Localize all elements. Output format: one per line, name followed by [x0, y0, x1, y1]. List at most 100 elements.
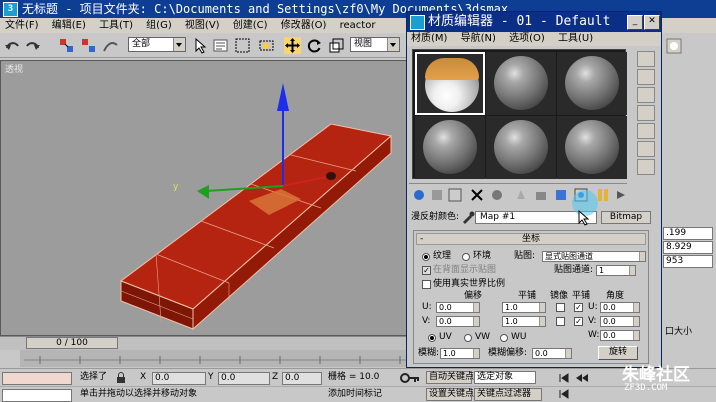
add-time-tag[interactable]: 添加时间标记	[328, 388, 382, 401]
param-field-1[interactable]: .199	[663, 227, 713, 240]
u-mirror-checkbox[interactable]	[556, 303, 565, 312]
reference-coordinate-dropdown[interactable]: 视图	[350, 37, 400, 52]
wu-radio[interactable]	[500, 334, 508, 342]
track-bar[interactable]	[0, 350, 408, 367]
rect-selection-region-icon[interactable]	[234, 37, 251, 54]
selection-filter-dropdown[interactable]: 全部	[128, 37, 186, 52]
menu-view[interactable]: 视图(V)	[180, 18, 225, 33]
mapping-dropdown[interactable]: 显式贴图通道	[542, 251, 646, 262]
param-field-2[interactable]: 8.929	[663, 241, 713, 254]
material-effects-channel-icon[interactable]	[533, 187, 549, 203]
sample-slot[interactable]	[486, 116, 556, 179]
environ-radio[interactable]	[462, 253, 470, 261]
make-preview-icon[interactable]	[637, 141, 655, 157]
map-channel-spinner[interactable]: 1	[596, 265, 636, 276]
auto-key-button[interactable]: 自动关键点	[426, 371, 474, 384]
w-angle-spinner[interactable]: 0.0	[600, 330, 640, 341]
close-button[interactable]: ✕	[644, 15, 660, 30]
rotate-button[interactable]: 旋转	[598, 346, 638, 360]
go-forward-to-sibling-icon[interactable]	[613, 187, 629, 203]
v-offset-spinner[interactable]: 0.0	[436, 316, 480, 327]
backlight-icon[interactable]	[637, 69, 655, 85]
perspective-viewport[interactable]: 透视 y	[0, 60, 408, 336]
menu-modifiers[interactable]: 修改器(O)	[276, 18, 332, 33]
show-map-on-back-checkbox[interactable]: ✓	[422, 266, 431, 275]
v-mirror-checkbox[interactable]	[556, 317, 565, 326]
sample-slot[interactable]	[557, 52, 627, 115]
make-copy-icon[interactable]	[489, 187, 505, 203]
background-icon[interactable]	[637, 87, 655, 103]
sample-sphere	[494, 56, 548, 110]
put-to-scene-icon[interactable]	[429, 187, 445, 203]
select-and-scale-icon[interactable]	[328, 37, 345, 54]
window-crossing-icon[interactable]	[258, 37, 275, 54]
key-mode-dropdown[interactable]: 选定对象	[474, 371, 536, 384]
select-and-rotate-icon[interactable]	[306, 37, 323, 54]
put-to-library-icon[interactable]	[513, 187, 529, 203]
select-by-name-icon[interactable]	[212, 37, 229, 54]
show-map-in-viewport-icon[interactable]	[553, 187, 569, 203]
sample-type-icon[interactable]	[637, 51, 655, 67]
blur-spinner[interactable]: 1.0	[440, 348, 480, 359]
sample-slot[interactable]	[486, 52, 556, 115]
reset-map-icon[interactable]	[469, 187, 485, 203]
sample-slot[interactable]	[557, 116, 627, 179]
minimize-button[interactable]: _	[627, 15, 643, 30]
redo-icon[interactable]	[24, 37, 41, 54]
get-material-icon[interactable]	[411, 187, 427, 203]
v-tile-checkbox[interactable]: ✓	[574, 317, 583, 326]
me-menu-options[interactable]: 选项(O)	[505, 32, 551, 46]
me-menu-material[interactable]: 材质(M)	[407, 32, 453, 46]
u-tile-checkbox[interactable]: ✓	[574, 303, 583, 312]
me-menu-utilities[interactable]: 工具(U)	[554, 32, 599, 46]
command-panel-tabs[interactable]	[665, 37, 713, 57]
eyedropper-icon[interactable]	[461, 210, 475, 224]
real-world-scale-checkbox[interactable]	[422, 280, 431, 289]
maxscript-listener-field[interactable]	[2, 372, 72, 385]
v-angle-spinner[interactable]: 0.0	[600, 316, 640, 327]
coordinates-rollout-header[interactable]: - 坐标	[416, 233, 646, 245]
menu-edit[interactable]: 编辑(E)	[47, 18, 91, 33]
assign-to-selection-icon[interactable]	[447, 187, 463, 203]
v-tiling-spinner[interactable]: 1.0	[502, 316, 546, 327]
unlink-icon[interactable]	[80, 37, 97, 54]
sample-slot[interactable]	[415, 116, 485, 179]
menu-tools[interactable]: 工具(T)	[94, 18, 138, 33]
menu-file[interactable]: 文件(F)	[0, 18, 44, 33]
set-key-button[interactable]: 设置关键点	[426, 388, 474, 401]
z-coordinate-field[interactable]: 0.0	[282, 372, 322, 385]
me-menu-navigation[interactable]: 导航(N)	[457, 32, 502, 46]
sample-slot[interactable]	[415, 52, 485, 115]
key-filters-button[interactable]: 关键点过滤器	[474, 388, 542, 401]
menu-reactor[interactable]: reactor	[335, 18, 381, 33]
x-coordinate-field[interactable]: 0.0	[152, 372, 206, 385]
uv-radio[interactable]	[428, 334, 436, 342]
menu-create[interactable]: 创建(C)	[228, 18, 273, 33]
red-plank-object[interactable]	[119, 123, 393, 331]
vw-radio[interactable]	[464, 334, 472, 342]
map-type-button[interactable]: Bitmap	[601, 211, 651, 224]
select-object-icon[interactable]	[192, 37, 209, 54]
uv-tiling-icon[interactable]	[637, 105, 655, 121]
select-link-icon[interactable]	[58, 37, 75, 54]
lock-icon[interactable]	[116, 372, 126, 384]
blur-offset-spinner[interactable]: 0.0	[532, 348, 572, 359]
bind-space-warp-icon[interactable]	[102, 37, 119, 54]
prompt-line: 单击并拖动以选择并移动对象	[80, 389, 198, 399]
material-editor-title-bar[interactable]: 材质编辑器 - 01 - Default	[407, 12, 661, 32]
undo-icon[interactable]	[4, 37, 21, 54]
menu-group[interactable]: 组(G)	[141, 18, 177, 33]
offset-column-label: 偏移	[464, 291, 483, 301]
video-color-check-icon[interactable]	[637, 123, 655, 139]
u-tiling-spinner[interactable]: 1.0	[502, 302, 546, 313]
param-field-3[interactable]: 953	[663, 255, 713, 268]
u-offset-spinner[interactable]: 0.0	[436, 302, 480, 313]
options-icon[interactable]	[637, 159, 655, 175]
key-icon[interactable]	[400, 372, 420, 384]
u-angle-spinner[interactable]: 0.0	[600, 302, 640, 313]
y-coordinate-field[interactable]: 0.0	[218, 372, 270, 385]
texture-radio[interactable]	[422, 253, 430, 261]
maxscript-output-field[interactable]	[2, 389, 72, 402]
select-and-move-icon[interactable]	[284, 37, 301, 54]
time-slider[interactable]: 0 / 100	[26, 337, 118, 349]
